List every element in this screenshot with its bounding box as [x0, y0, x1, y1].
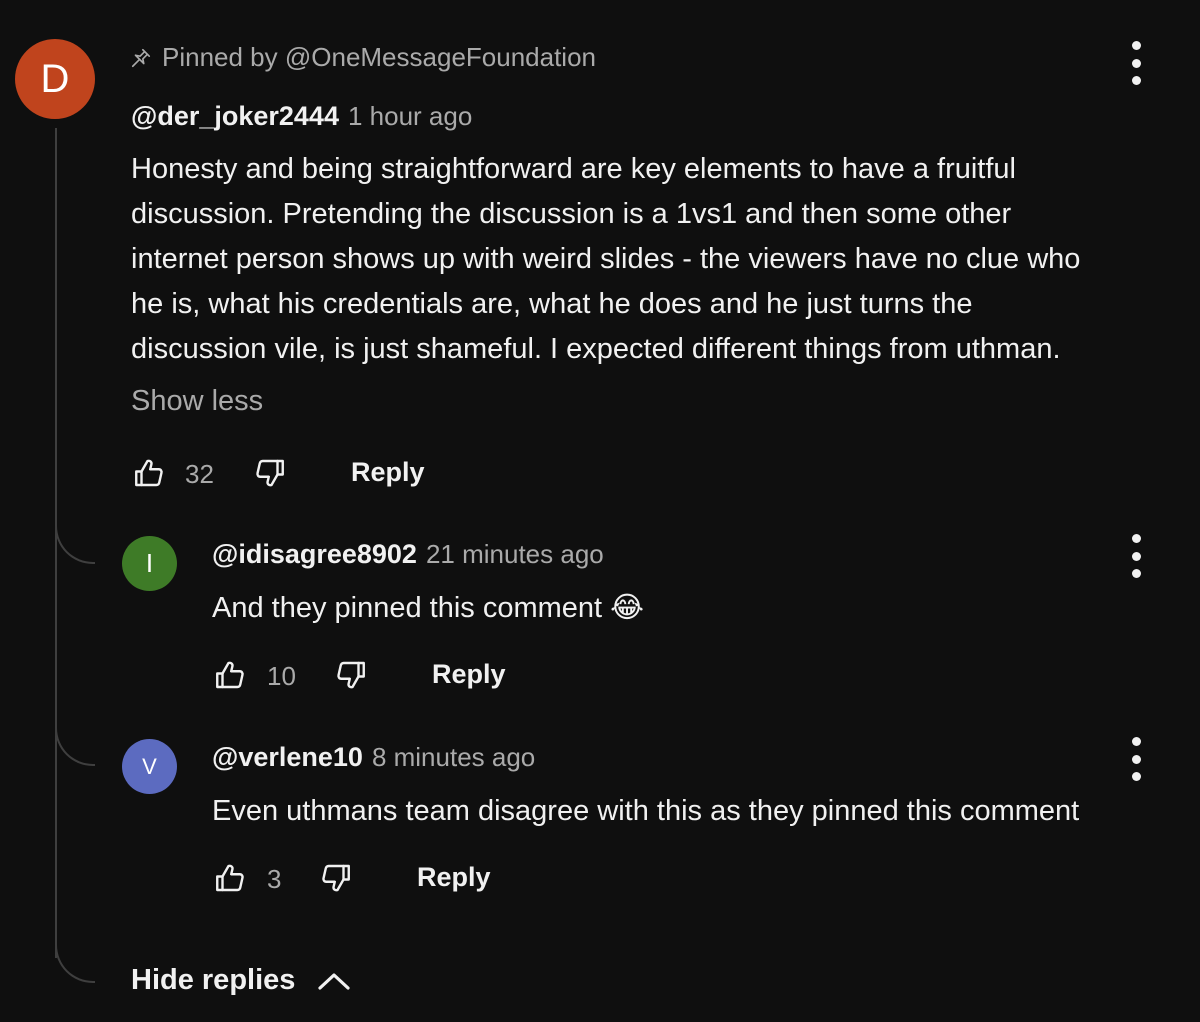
pin-icon — [131, 48, 151, 67]
more-actions-button[interactable] — [1124, 41, 1148, 85]
like-count: 10 — [267, 661, 296, 691]
like-icon[interactable] — [212, 860, 248, 896]
reply-avatar[interactable]: V — [122, 739, 177, 794]
like-icon[interactable] — [131, 455, 167, 491]
kebab-dot — [1131, 772, 1141, 781]
kebab-dot — [1131, 551, 1141, 561]
comment-text-line: internet person shows up with weird slid… — [131, 243, 1081, 275]
comment-time[interactable]: 1 hour ago — [348, 101, 472, 132]
kebab-dot — [1131, 41, 1141, 50]
comment-author[interactable]: @der_joker2444 — [131, 101, 339, 132]
reply-button[interactable]: Reply — [351, 457, 425, 488]
kebab-dot — [1131, 737, 1141, 746]
like-count: 3 — [267, 864, 282, 894]
comment-text-line: Honesty and being straightforward are ke… — [131, 153, 1016, 185]
dislike-icon[interactable] — [318, 860, 354, 896]
reply-avatar[interactable]: I — [122, 536, 177, 591]
thread-connector — [55, 524, 95, 564]
hide-replies-button[interactable]: Hide replies — [131, 964, 351, 997]
kebab-dot — [1131, 569, 1141, 578]
avatar-letter: V — [142, 753, 157, 779]
comment-actions: 32 Reply — [131, 455, 531, 495]
kebab-dot — [1131, 534, 1141, 543]
kebab-dot — [1131, 754, 1141, 764]
show-less-button[interactable]: Show less — [131, 385, 263, 418]
comment-meta: @der_joker2444 1 hour ago — [131, 101, 472, 132]
reply-meta: @idisagree8902 21 minutes ago — [212, 539, 604, 570]
like-icon[interactable] — [212, 657, 248, 693]
dislike-icon[interactable] — [252, 455, 288, 491]
chevron-up-icon — [318, 972, 351, 990]
dislike-icon[interactable] — [333, 657, 369, 693]
reply-more-actions-button[interactable] — [1124, 534, 1148, 578]
pinned-text: Pinned by @OneMessageFoundation — [162, 42, 597, 72]
reply-meta: @verlene10 8 minutes ago — [212, 742, 535, 773]
reply-author[interactable]: @verlene10 — [212, 742, 363, 773]
avatar-letter: D — [40, 56, 70, 101]
reply-button[interactable]: Reply — [432, 659, 506, 690]
reply-text: And they pinned this comment 😂 — [212, 592, 645, 624]
kebab-dot — [1131, 76, 1141, 85]
hide-replies-label: Hide replies — [131, 964, 296, 996]
comment-text: Honesty and being straightforward are ke… — [131, 147, 1080, 372]
thread-connector — [55, 943, 95, 983]
reply-button[interactable]: Reply — [417, 862, 491, 893]
thread-line — [55, 128, 57, 958]
reply-more-actions-button[interactable] — [1124, 737, 1148, 781]
pinned-label: Pinned by @OneMessageFoundation — [130, 42, 596, 73]
like-count: 32 — [185, 459, 214, 489]
reply-text: Even uthmans team disagree with this as … — [212, 795, 1080, 827]
reply-time[interactable]: 8 minutes ago — [372, 742, 535, 773]
comment-text-line: discussion vile, is just shameful. I exp… — [131, 333, 1061, 365]
comment-text-line: discussion. Pretending the discussion is… — [131, 198, 1012, 230]
comment-text-line: he is, what his credentials are, what he… — [131, 288, 973, 320]
kebab-dot — [1131, 58, 1141, 68]
reply-time[interactable]: 21 minutes ago — [426, 539, 604, 570]
thread-connector — [55, 726, 95, 766]
avatar[interactable]: D — [15, 39, 95, 119]
avatar-letter: I — [145, 548, 154, 578]
reply-actions: 3 Reply — [212, 860, 612, 900]
reply-actions: 10 Reply — [212, 657, 612, 697]
reply-author[interactable]: @idisagree8902 — [212, 539, 417, 570]
